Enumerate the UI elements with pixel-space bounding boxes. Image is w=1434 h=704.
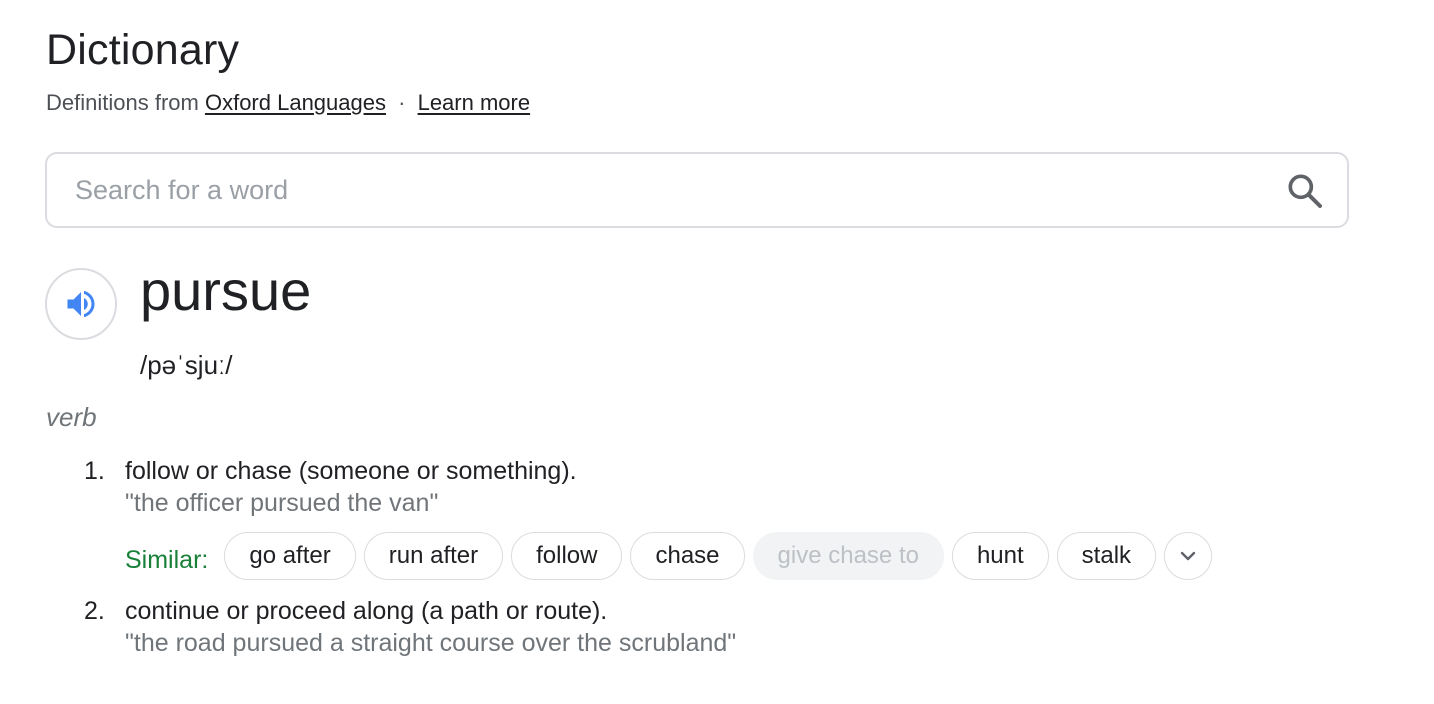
oxford-languages-link[interactable]: Oxford Languages (205, 90, 386, 115)
sense-number: 2. (84, 597, 105, 625)
similar-chip-follow[interactable]: follow (511, 532, 623, 580)
page-title: Dictionary (46, 26, 240, 74)
phonetic: /pəˈsjuː/ (140, 350, 233, 380)
expand-similar-button[interactable] (1164, 532, 1213, 580)
chevron-down-icon (1180, 551, 1196, 561)
similar-chip-hunt[interactable]: hunt (951, 532, 1049, 580)
search-icon (1288, 174, 1322, 208)
pronunciation-button[interactable] (45, 268, 117, 340)
source-prefix: Definitions from (46, 90, 199, 115)
sense-example: "the road pursued a straight course over… (125, 629, 737, 657)
sense-example: "the officer pursued the van" (125, 489, 439, 517)
learn-more-link[interactable]: Learn more (418, 90, 531, 115)
similar-chip-chase[interactable]: chase (630, 532, 745, 580)
sense-number: 1. (84, 457, 105, 485)
search-input[interactable] (75, 154, 1255, 226)
source-line: Definitions from Oxford Languages · Lear… (46, 90, 530, 116)
similar-label: Similar: (125, 545, 209, 574)
similar-chip-go-after[interactable]: go after (224, 532, 356, 580)
similar-chip-stalk[interactable]: stalk (1056, 532, 1157, 580)
sense-definition: follow or chase (someone or something). (125, 457, 577, 485)
speaker-icon (67, 290, 95, 318)
search-box (45, 152, 1349, 228)
sense-definition: continue or proceed along (a path or rou… (125, 597, 608, 625)
similar-chip-give-chase-to: give chase to (752, 532, 944, 580)
similar-chip-run-after[interactable]: run after (363, 532, 504, 580)
similar-words-row: Similar: go after run after follow chase… (125, 532, 1213, 580)
headword: pursue (140, 259, 312, 322)
separator: · (398, 90, 406, 115)
part-of-speech: verb (46, 402, 97, 432)
search-button[interactable] (1285, 171, 1325, 211)
